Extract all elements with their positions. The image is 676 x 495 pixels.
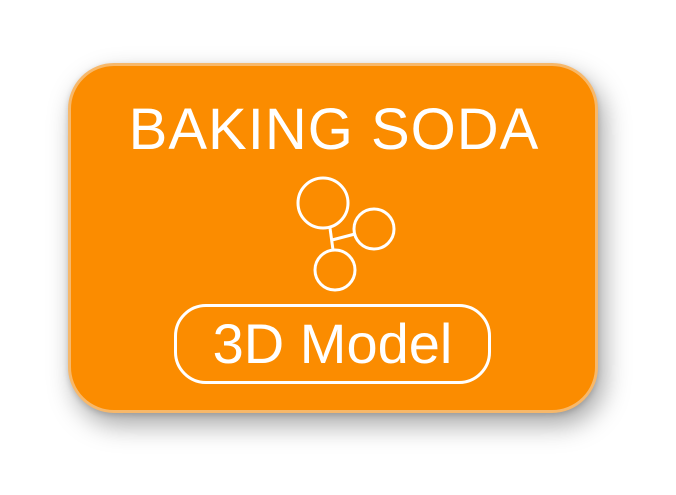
molecule-atom-top <box>296 176 350 230</box>
molecule-bond <box>331 232 356 242</box>
3d-model-button-label: 3D Model <box>212 312 453 375</box>
molecule-icon <box>296 176 396 292</box>
3d-model-button[interactable]: 3D Model <box>174 304 491 384</box>
card-title: BAKING SODA <box>128 97 540 162</box>
molecule-atom-right <box>352 207 396 251</box>
molecule-atom-bottom <box>313 248 357 292</box>
